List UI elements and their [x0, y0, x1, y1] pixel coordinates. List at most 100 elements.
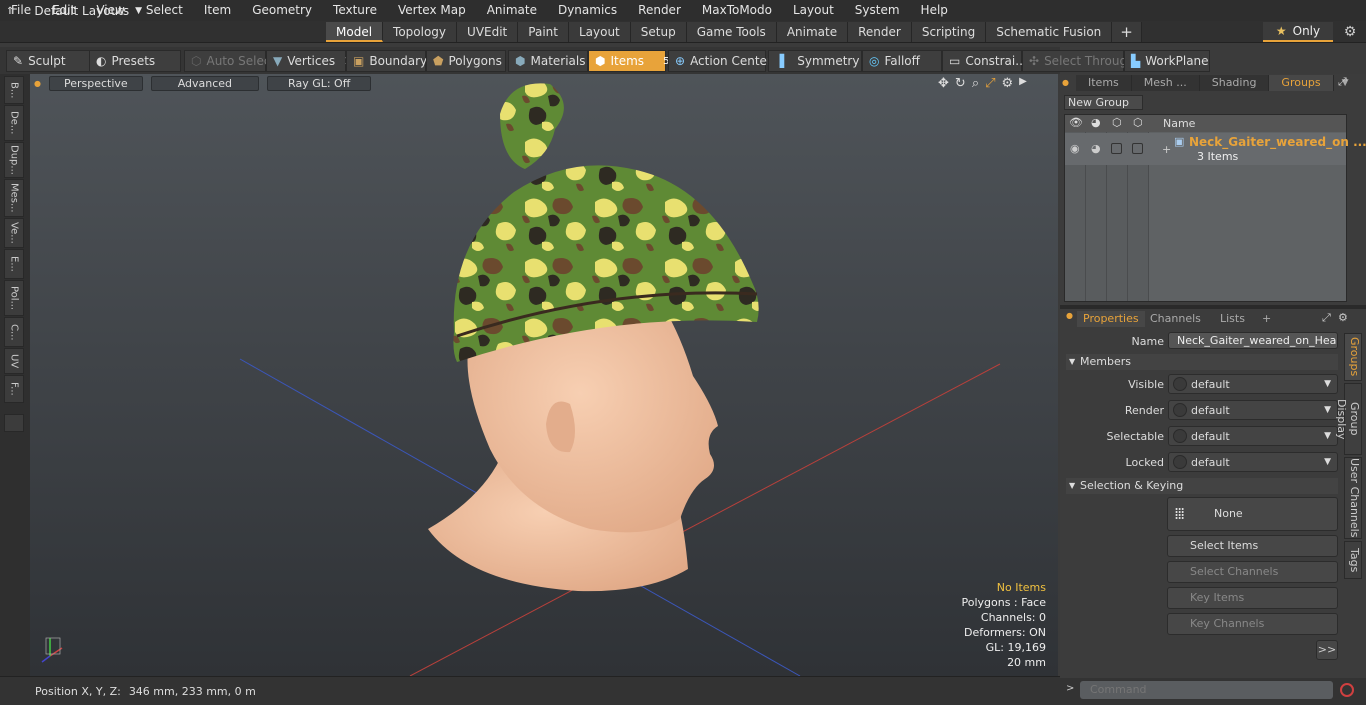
- render-dropdown[interactable]: default ▼: [1168, 400, 1338, 420]
- tab-setup[interactable]: Setup: [630, 22, 687, 42]
- only-button[interactable]: ★ Only: [1263, 22, 1333, 42]
- left-tab-edge[interactable]: E...: [4, 249, 24, 279]
- menu-texture[interactable]: Texture: [322, 0, 387, 21]
- tab-properties[interactable]: Properties: [1077, 311, 1145, 327]
- record-icon[interactable]: [1340, 683, 1354, 697]
- left-tab-basic[interactable]: B...: [4, 76, 24, 104]
- tab-lists[interactable]: Lists: [1214, 311, 1251, 327]
- render-icon[interactable]: ◕: [1091, 116, 1101, 129]
- auto-select-button[interactable]: ⬡ Auto Select: [184, 50, 275, 72]
- presets-button[interactable]: ◐ Presets: [89, 50, 181, 72]
- select-icon[interactable]: ⬡: [1112, 116, 1122, 129]
- left-tab-vertex[interactable]: Ve...: [4, 218, 24, 248]
- props-dot-icon[interactable]: ●: [1066, 311, 1073, 320]
- maximize-icon[interactable]: ⤢: [985, 76, 995, 91]
- select-channels-button[interactable]: Select Channels: [1167, 561, 1338, 583]
- group-list[interactable]: 👁 ◕ ⬡ ⬡ Name ◉ ◕ + ▣ Neck_Gaiter_weared_…: [1064, 114, 1366, 302]
- props-expand-icon[interactable]: ⤢: [1322, 311, 1331, 325]
- new-group-button[interactable]: New Group: [1064, 95, 1143, 110]
- left-tab-deform[interactable]: De...: [4, 105, 24, 141]
- members-section[interactable]: ▼ Members: [1066, 354, 1338, 370]
- menu-animate[interactable]: Animate: [476, 0, 547, 21]
- menu-layout[interactable]: Layout: [782, 0, 844, 21]
- selectable-dropdown[interactable]: default ▼: [1168, 426, 1338, 446]
- selection-keying-section[interactable]: ▼ Selection & Keying: [1066, 478, 1338, 494]
- vtab-tags[interactable]: Tags: [1344, 541, 1362, 579]
- sculpt-button[interactable]: ✎ Sculpt: [6, 50, 90, 72]
- tab-topology[interactable]: Topology: [383, 22, 458, 42]
- vtab-group-display[interactable]: Group Display: [1335, 383, 1362, 455]
- constraints-button[interactable]: ▭ Constrai...: [942, 50, 1027, 72]
- move-icon[interactable]: ✥: [938, 76, 949, 91]
- tab-render[interactable]: Render: [848, 22, 912, 42]
- 3d-viewport[interactable]: No Items Polygons : Face Channels: 0 Def…: [30, 74, 1058, 676]
- select-items-button[interactable]: Select Items: [1167, 535, 1338, 557]
- tab-model[interactable]: Model: [326, 22, 384, 42]
- tab-layout[interactable]: Layout: [568, 22, 631, 42]
- vtab-groups[interactable]: Groups: [1344, 333, 1362, 381]
- visible-toggle-icon[interactable]: ◉: [1070, 142, 1080, 155]
- gear-icon[interactable]: ⚙: [1336, 22, 1364, 42]
- name-field[interactable]: Neck_Gaiter_weared_on_Head_(: [1168, 332, 1338, 349]
- key-channels-button[interactable]: Key Channels: [1167, 613, 1338, 635]
- left-tab-duplicate[interactable]: Dup...: [4, 142, 24, 178]
- visible-dropdown[interactable]: default ▼: [1168, 374, 1338, 394]
- menu-item[interactable]: Item: [193, 0, 241, 21]
- tab-schematic-fusion[interactable]: Schematic Fusion: [986, 22, 1113, 42]
- selectable-checkbox[interactable]: [1111, 143, 1122, 154]
- rotate-icon[interactable]: ↻: [955, 76, 966, 91]
- layouts-dropdown[interactable]: ⇑ Default Layouts ▼: [6, 2, 142, 20]
- left-tab-extra[interactable]: [4, 414, 24, 432]
- add-tab-button[interactable]: +: [1112, 22, 1142, 42]
- props-gear-icon[interactable]: ⚙: [1338, 311, 1348, 324]
- tab-groups[interactable]: Groups: [1269, 75, 1334, 91]
- tab-items[interactable]: Items: [1076, 75, 1132, 91]
- group-row[interactable]: ◉ ◕ + ▣ Neck_Gaiter_weared_on ... 3 Item…: [1065, 133, 1366, 165]
- action-center-button[interactable]: ⊕ Action Center: [668, 50, 772, 72]
- select-through-button[interactable]: ✣ Select Through: [1022, 50, 1135, 72]
- vertices-button[interactable]: ▼Vertices1: [266, 50, 350, 72]
- tab-scripting[interactable]: Scripting: [911, 22, 987, 42]
- tab-uvedit[interactable]: UVEdit: [457, 22, 519, 42]
- perspective-button[interactable]: Perspective: [48, 76, 143, 91]
- left-tab-polygon[interactable]: Pol...: [4, 280, 24, 316]
- raygl-button[interactable]: Ray GL: Off: [267, 76, 372, 91]
- menu-system[interactable]: System: [844, 0, 910, 21]
- tab-paint[interactable]: Paint: [518, 22, 569, 42]
- command-arrow-icon[interactable]: >: [1066, 683, 1074, 694]
- polygons-button[interactable]: ⬟ Polygons: [426, 50, 506, 72]
- items-button[interactable]: ⬢ Items 5: [588, 50, 669, 72]
- expand-icon[interactable]: ⤢: [1338, 75, 1347, 89]
- render-toggle-icon[interactable]: ◕: [1091, 142, 1101, 155]
- menu-maxtomodo[interactable]: MaxToModo: [691, 0, 782, 21]
- boundary-button[interactable]: ▣ Boundary: [346, 50, 427, 72]
- materials-button[interactable]: ⬢ Materials: [508, 50, 588, 72]
- left-tab-uv[interactable]: UV: [4, 348, 24, 374]
- left-tab-fusion[interactable]: F...: [4, 375, 24, 403]
- tab-animate[interactable]: Animate: [776, 22, 849, 42]
- symmetry-button[interactable]: ▐ Symmetry: [768, 50, 862, 72]
- expand-plus-icon[interactable]: +: [1162, 143, 1171, 156]
- left-tab-mesh[interactable]: Mes...: [4, 179, 24, 217]
- lock-icon[interactable]: ⬡: [1133, 116, 1143, 129]
- more-button[interactable]: >>: [1316, 640, 1338, 660]
- locked-dropdown[interactable]: default ▼: [1168, 452, 1338, 472]
- viewport-dot-icon[interactable]: ●: [34, 76, 41, 92]
- panel-divider[interactable]: [1060, 305, 1366, 309]
- menu-render[interactable]: Render: [627, 0, 691, 21]
- play-icon[interactable]: ▶: [1019, 76, 1027, 91]
- menu-vertex-map[interactable]: Vertex Map: [387, 0, 476, 21]
- none-button[interactable]: ⁞⁞⁞ None: [1167, 497, 1338, 531]
- menu-geometry[interactable]: Geometry: [241, 0, 322, 21]
- key-items-button[interactable]: Key Items: [1167, 587, 1338, 609]
- lock-checkbox[interactable]: [1132, 143, 1143, 154]
- menu-dynamics[interactable]: Dynamics: [547, 0, 627, 21]
- left-tab-curve[interactable]: C...: [4, 317, 24, 347]
- tab-mesh[interactable]: Mesh ...: [1131, 75, 1200, 91]
- command-input[interactable]: [1080, 681, 1333, 699]
- falloff-button[interactable]: ◎ Falloff: [862, 50, 942, 72]
- vtab-user-channels[interactable]: User Channels: [1344, 457, 1362, 539]
- menu-select[interactable]: Select: [135, 0, 193, 21]
- zoom-icon[interactable]: ⌕: [972, 76, 979, 91]
- tab-channels[interactable]: Channels: [1144, 311, 1207, 327]
